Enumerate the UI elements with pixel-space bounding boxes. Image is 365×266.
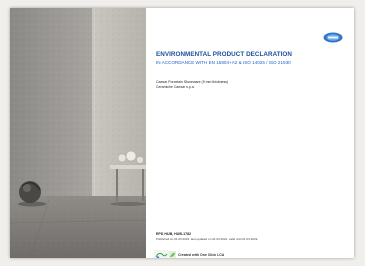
lca-leaf-icon <box>169 251 176 258</box>
epd-hub-logo <box>323 32 343 43</box>
one-click-lca-logo <box>154 250 169 258</box>
product-name: Caesar Porcelain Stoneware (9 mm thickne… <box>156 80 229 84</box>
cover-photo <box>10 8 146 258</box>
publication-info: Published on 01.03.2024, last updated on… <box>156 236 259 241</box>
company-name: Ceramiche Caesar s.p.a. <box>156 84 195 89</box>
document-title: ENVIRONMENTAL PRODUCT DECLARATION <box>156 51 292 58</box>
epd-registration-code: EPD HUB, HUB-1782 <box>156 232 192 236</box>
document-cover-page: ENVIRONMENTAL PRODUCT DECLARATION IN ACC… <box>10 8 354 258</box>
footer-credit: Created with One Click LCA <box>178 253 225 257</box>
document-subtitle: IN ACCORDANCE WITH EN 15804+A2 & ISO 140… <box>156 60 291 65</box>
cover-content: ENVIRONMENTAL PRODUCT DECLARATION IN ACC… <box>146 8 354 258</box>
